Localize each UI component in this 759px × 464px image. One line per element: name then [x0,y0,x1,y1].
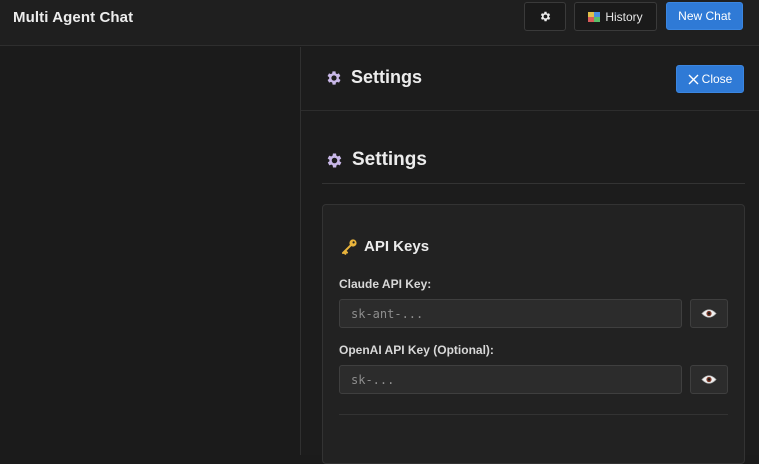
top-bar: Multi Agent Chat History New Chat [0,0,759,46]
close-button[interactable]: Close [676,65,744,93]
claude-key-input[interactable] [339,299,682,328]
settings-panel-title: Settings [325,67,422,88]
history-icon [588,11,601,23]
chat-area [0,47,300,455]
settings-panel: Settings Close Settings API Keys Claude … [300,47,759,464]
settings-panel-title-text: Settings [351,67,423,87]
settings-panel-header: Settings Close [301,47,759,111]
api-keys-title: API Keys [341,238,429,255]
openai-key-label: OpenAI API Key (Optional): [339,343,494,357]
claude-key-toggle-visibility-button[interactable] [690,299,728,328]
gear-icon [539,10,552,23]
api-keys-card: API Keys Claude API Key: OpenAI API Key … [322,204,745,464]
close-label: Close [701,72,733,86]
close-icon [688,74,699,85]
app-title: Multi Agent Chat [13,9,134,26]
history-button[interactable]: History [574,2,657,31]
claude-key-label: Claude API Key: [339,277,432,291]
openai-key-input[interactable] [339,365,682,394]
card-divider [339,414,728,415]
new-chat-button[interactable]: New Chat [666,2,743,30]
history-label: History [605,9,643,24]
api-keys-title-text: API Keys [364,238,430,255]
gear-icon [325,151,344,170]
section-divider [322,183,745,184]
settings-section-title-text: Settings [352,149,427,170]
eye-icon [701,308,717,319]
settings-section-title: Settings [325,149,427,171]
key-icon [341,238,358,255]
eye-icon [701,374,717,385]
openai-key-toggle-visibility-button[interactable] [690,365,728,394]
gear-icon [325,69,343,87]
settings-button[interactable] [524,2,566,31]
